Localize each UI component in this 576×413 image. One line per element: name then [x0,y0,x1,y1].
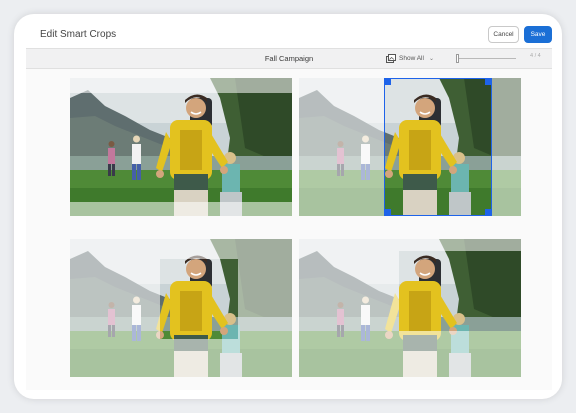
crop-mask [70,239,160,377]
crop-mask [238,259,292,377]
crop-selection-box[interactable] [384,78,492,216]
save-button[interactable]: Save [524,25,552,43]
image-stack-icon [386,54,396,63]
view-filter-label: Show All [399,55,424,62]
crop-mask [70,78,292,93]
crop-mask [299,251,399,331]
cancel-button[interactable]: Cancel [488,25,519,43]
crops-grid [26,69,552,390]
dialog-actions: Cancel Save [488,25,552,43]
crop-toolbar: Fall Campaign Show All ⌄ 4 / 4 [26,48,552,69]
crop-handle-bottom-right[interactable] [485,209,492,216]
dialog-header: Edit Smart Crops Cancel Save [26,20,552,48]
crop-mask [492,78,521,216]
crop-tile-1[interactable] [70,78,292,216]
crop-mask [299,78,384,216]
crop-handle-top-left[interactable] [384,78,391,85]
crop-mask [160,239,292,259]
zoom-slider-handle[interactable] [456,54,459,63]
crop-mask [299,331,521,377]
crop-handle-top-right[interactable] [485,78,492,85]
view-filter-dropdown[interactable]: Show All ⌄ [386,52,434,65]
crop-mask [160,339,238,377]
crop-mask [299,239,521,251]
crop-mask [70,202,292,216]
crop-image [70,78,292,216]
chevron-down-icon: ⌄ [428,56,434,62]
crop-tile-3[interactable] [70,239,292,377]
dialog-title: Edit Smart Crops [40,28,117,40]
crop-tile-4[interactable] [299,239,521,377]
page-indicator: 4 / 4 [530,53,541,59]
crop-handle-bottom-left[interactable] [384,209,391,216]
zoom-slider[interactable] [456,54,516,63]
smart-crops-dialog: Edit Smart Crops Cancel Save Fall Campai… [26,20,552,390]
crop-tile-2[interactable] [299,78,521,216]
